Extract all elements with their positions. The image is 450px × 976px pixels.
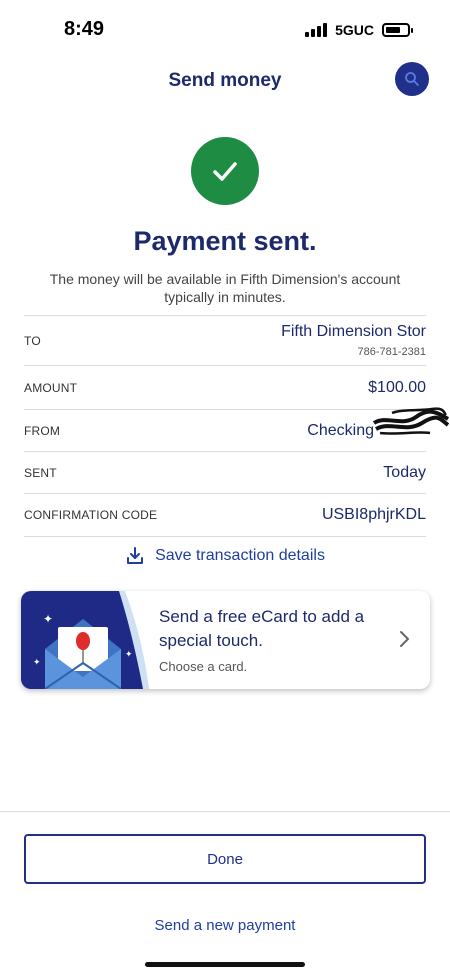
success-badge (191, 137, 259, 205)
detail-row-to: TO Fifth Dimension Stor 786-781-2381 (24, 315, 426, 365)
chevron-right-icon (400, 631, 409, 647)
done-button[interactable]: Done (24, 834, 426, 884)
ecard-promo-card[interactable]: ✦ ✦ ✦ Send a free eCard to add a special… (21, 591, 430, 689)
detail-value: Fifth Dimension Stor (281, 323, 426, 340)
detail-label: AMOUNT (24, 380, 78, 395)
envelope-icon: ✦ ✦ ✦ (21, 591, 149, 689)
battery-icon (382, 23, 413, 37)
detail-value: USBI8phjrKDL (321, 506, 426, 523)
detail-label: FROM (24, 423, 61, 438)
detail-value: $100.00 (368, 378, 426, 396)
status-icons: 5GUC (305, 22, 413, 38)
download-icon (127, 547, 144, 564)
detail-label: TO (24, 333, 41, 348)
detail-label: CONFIRMATION CODE (24, 508, 158, 522)
save-transaction-label: Save transaction details (155, 547, 325, 564)
send-new-payment-link[interactable]: Send a new payment (0, 917, 450, 934)
detail-subvalue: 786-781-2381 (357, 346, 426, 358)
detail-value: Today (383, 463, 426, 481)
ecard-title: Send a free eCard to add a special touch… (159, 607, 365, 650)
redaction-scribble (372, 407, 450, 435)
search-icon (405, 72, 419, 86)
home-indicator[interactable] (145, 962, 305, 967)
detail-value: Checking (307, 421, 374, 439)
detail-value-group: Fifth Dimension Stor 786-781-2381 (281, 323, 426, 358)
search-button[interactable] (395, 62, 429, 96)
svg-text:✦: ✦ (125, 650, 133, 660)
detail-row-confirmation: CONFIRMATION CODE USBI8phjrKDL (24, 493, 426, 537)
confirmation-subtext: The money will be available in Fifth Dim… (49, 271, 401, 305)
detail-label: SENT (24, 465, 57, 480)
svg-text:✦: ✦ (43, 612, 53, 626)
status-bar: 8:49 5GUC (0, 0, 450, 56)
ecard-subtitle: Choose a card. (159, 659, 248, 674)
confirmation-heading: Payment sent. (133, 226, 317, 256)
detail-row-from: FROM Checking (24, 409, 426, 451)
detail-row-sent: SENT Today (24, 451, 426, 493)
signal-icon (305, 23, 328, 37)
detail-row-amount: AMOUNT $100.00 (24, 365, 426, 409)
status-time: 8:49 (64, 18, 105, 40)
check-icon (213, 162, 237, 181)
battery-level (386, 27, 400, 33)
network-label: 5GUC (335, 22, 374, 38)
svg-text:✦: ✦ (33, 658, 41, 668)
page-title: Send money (168, 70, 282, 91)
footer-divider (0, 811, 450, 812)
save-transaction-link[interactable]: Save transaction details (0, 546, 450, 566)
transaction-details: TO Fifth Dimension Stor 786-781-2381 AMO… (24, 315, 426, 537)
